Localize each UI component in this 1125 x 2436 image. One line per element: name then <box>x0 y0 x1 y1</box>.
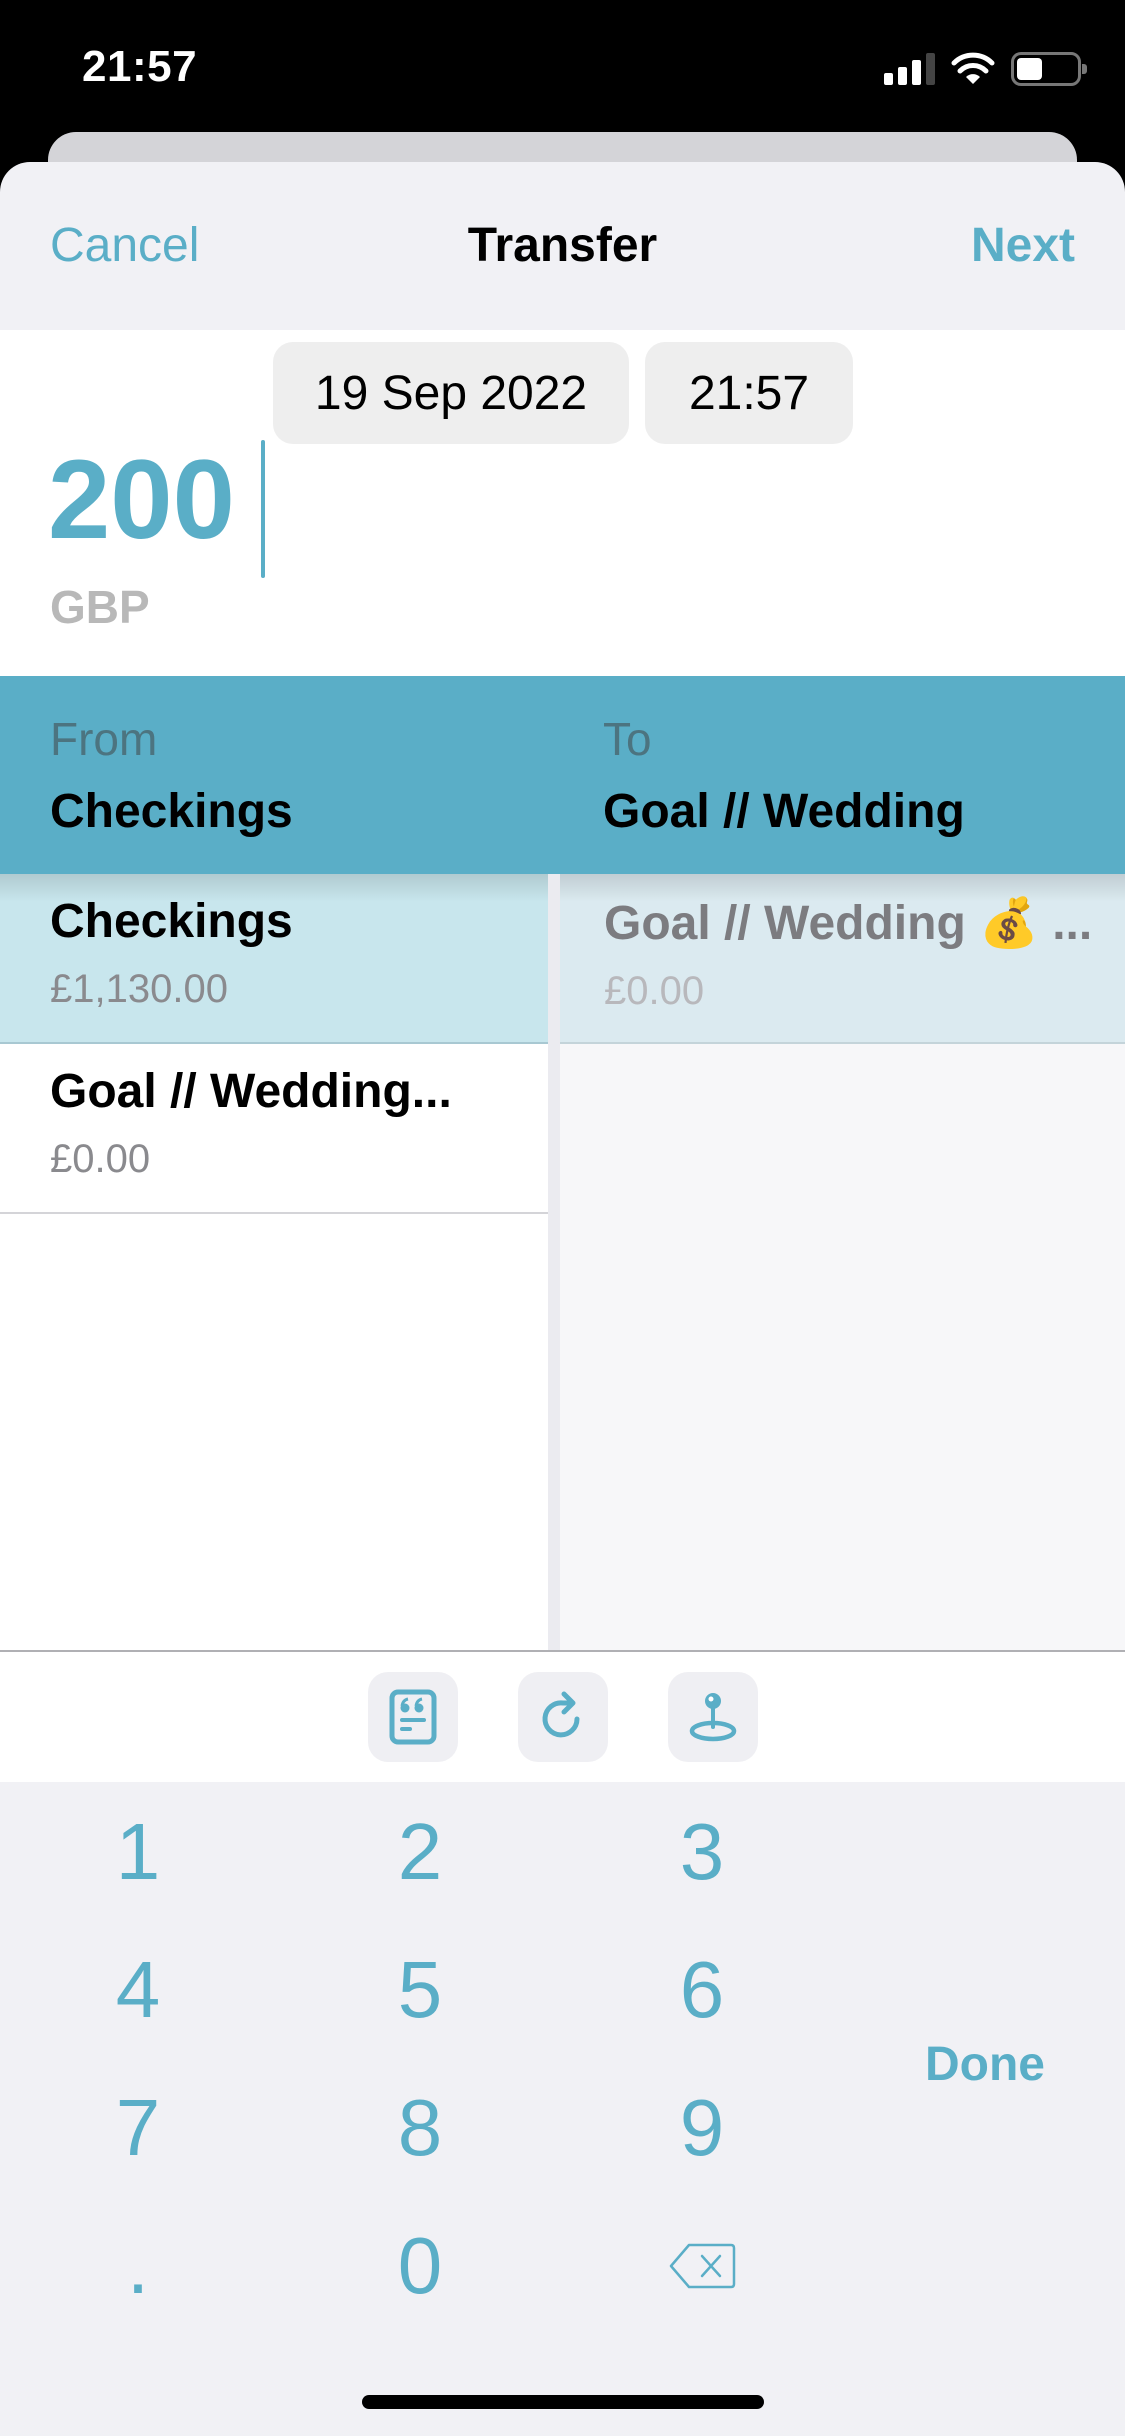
account-balance: £0.00 <box>50 1137 151 1181</box>
status-bar: 21:57 <box>0 0 1125 140</box>
home-indicator[interactable] <box>362 2395 764 2409</box>
account-balance: £0.00 <box>604 969 705 1013</box>
page-title: Transfer <box>467 219 658 272</box>
location-button[interactable] <box>668 1672 758 1762</box>
from-account-list[interactable]: Checkings £1,130.00 Goal // Wedding... £… <box>0 874 548 1650</box>
from-summary: From Checkings <box>50 712 293 839</box>
status-icons <box>884 52 1087 86</box>
note-button[interactable] <box>368 1672 458 1762</box>
account-name: Goal // Wedding... <box>50 1065 452 1118</box>
note-icon <box>389 1689 437 1745</box>
key-5[interactable]: 5 <box>320 1930 520 2050</box>
key-1[interactable]: 1 <box>38 1792 238 1912</box>
from-account-row[interactable]: Checkings £1,130.00 <box>0 874 548 1044</box>
key-9[interactable]: 9 <box>602 2068 802 2188</box>
status-time: 21:57 <box>82 42 198 91</box>
next-button[interactable]: Next <box>971 218 1075 273</box>
cellular-signal-icon <box>884 53 935 85</box>
account-balance: £1,130.00 <box>50 967 228 1011</box>
account-name: Checkings <box>50 895 293 948</box>
to-account-list[interactable]: Goal // Wedding 💰 ... £0.00 <box>560 874 1125 1650</box>
from-to-header: From Checkings To Goal // Wedding <box>0 676 1125 874</box>
backspace-button[interactable] <box>602 2206 802 2326</box>
wifi-icon <box>951 52 995 84</box>
time-picker-button[interactable]: 21:57 <box>645 342 853 444</box>
key-6[interactable]: 6 <box>602 1930 802 2050</box>
text-cursor <box>261 440 265 578</box>
from-value: Checkings <box>50 785 293 838</box>
location-pin-icon <box>689 1693 737 1742</box>
battery-icon <box>1011 52 1087 86</box>
to-summary: To Goal // Wedding <box>603 712 965 839</box>
amount-input[interactable]: 200 <box>48 444 235 556</box>
transfer-sheet: Cancel Transfer Next 19 Sep 2022 21:57 2… <box>0 162 1125 2436</box>
done-button[interactable]: Done <box>880 2004 1090 2124</box>
to-account-row[interactable]: Goal // Wedding 💰 ... £0.00 <box>560 874 1125 1044</box>
from-label: From <box>50 713 158 765</box>
key-decimal[interactable]: . <box>38 2206 238 2326</box>
accessory-toolbar <box>0 1650 1125 1782</box>
key-2[interactable]: 2 <box>320 1792 520 1912</box>
numeric-keypad: 1 2 3 4 5 6 7 8 9 . 0 Done <box>0 1782 1125 2436</box>
account-lists: Checkings £1,130.00 Goal // Wedding... £… <box>0 874 1125 1650</box>
column-divider <box>548 874 560 1650</box>
to-value: Goal // Wedding <box>603 785 965 838</box>
amount-area: 19 Sep 2022 21:57 200 GBP <box>0 330 1125 676</box>
from-account-row[interactable]: Goal // Wedding... £0.00 <box>0 1044 548 1214</box>
key-3[interactable]: 3 <box>602 1792 802 1912</box>
date-picker-button[interactable]: 19 Sep 2022 <box>273 342 629 444</box>
repeat-icon <box>542 1691 580 1738</box>
key-8[interactable]: 8 <box>320 2068 520 2188</box>
repeat-button[interactable] <box>518 1672 608 1762</box>
to-label: To <box>603 713 652 765</box>
currency-label[interactable]: GBP <box>50 580 150 634</box>
key-4[interactable]: 4 <box>38 1930 238 2050</box>
backspace-icon <box>669 2243 736 2289</box>
account-name: Goal // Wedding 💰 ... <box>604 897 1093 950</box>
navigation-bar: Cancel Transfer Next <box>0 162 1125 330</box>
key-7[interactable]: 7 <box>38 2068 238 2188</box>
key-0[interactable]: 0 <box>320 2206 520 2326</box>
